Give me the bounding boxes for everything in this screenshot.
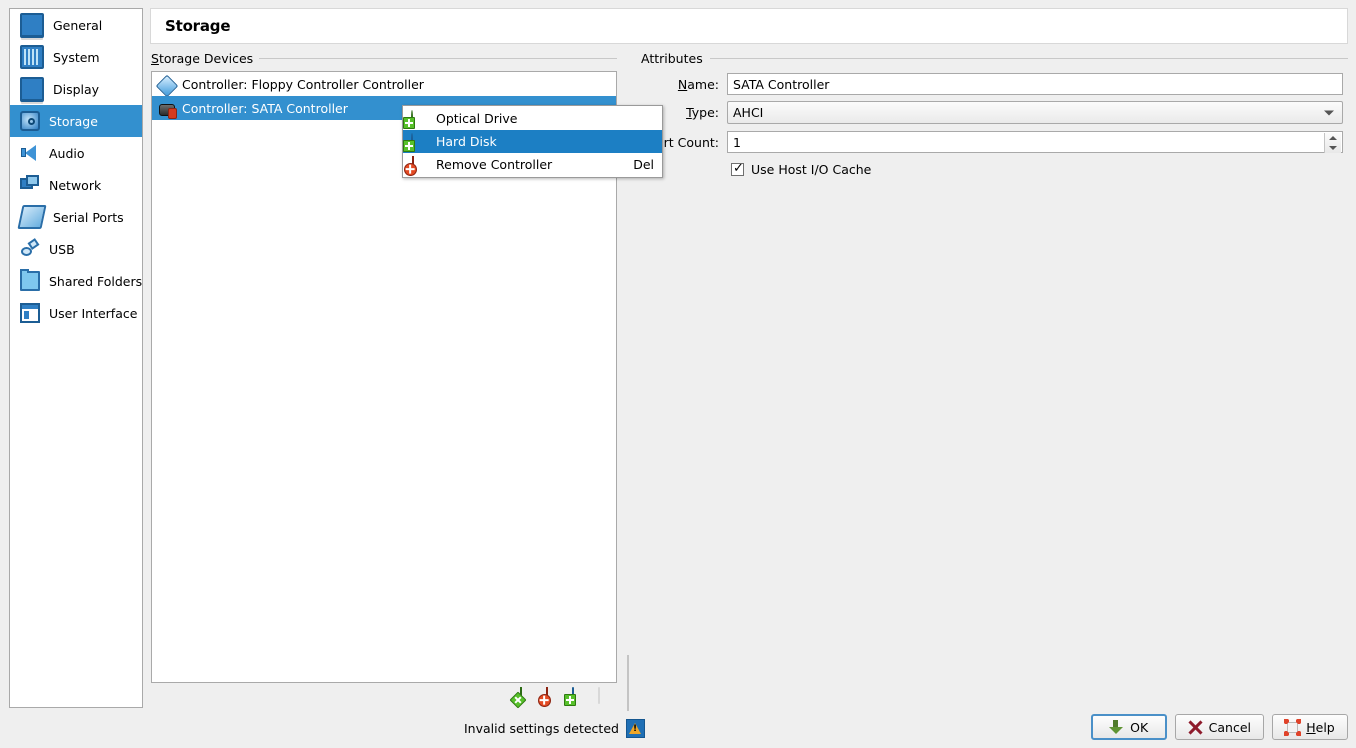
hard-disk-add-icon	[403, 132, 427, 152]
sidebar-item-label: Network	[49, 177, 102, 193]
ok-button[interactable]: OK	[1090, 714, 1167, 740]
sidebar-item-label: Audio	[49, 145, 85, 161]
sidebar-item-usb[interactable]: USB	[10, 233, 142, 265]
usb-icon	[20, 239, 40, 259]
port-count-stepper[interactable]: 1	[727, 131, 1343, 153]
folder-icon	[20, 269, 40, 291]
menu-item-shortcut: Del	[633, 157, 654, 172]
menu-item-label: Remove Controller	[436, 157, 553, 172]
spinner-arrows[interactable]	[1324, 133, 1341, 153]
monitor-icon	[20, 12, 44, 38]
ok-button-label: OK	[1130, 719, 1149, 735]
cancel-button-label: Cancel	[1208, 719, 1251, 735]
sidebar-item-label: Display	[53, 81, 100, 97]
sidebar-item-shared-folders[interactable]: Shared Folders	[10, 265, 142, 297]
remove-attachment-icon	[597, 687, 614, 705]
name-row: Name: SATA Controller	[635, 73, 1348, 95]
sidebar-item-audio[interactable]: Audio	[10, 137, 142, 169]
sidebar-item-display[interactable]: Display	[10, 73, 142, 105]
use-host-io-cache-row[interactable]: Use Host I/O Cache	[731, 161, 872, 177]
sidebar-item-storage[interactable]: Storage	[10, 105, 142, 137]
remove-controller-icon[interactable]	[535, 687, 562, 710]
settings-window: General System Display Storage Audio Net…	[0, 0, 1356, 748]
sidebar-item-system[interactable]: System	[10, 41, 142, 73]
list-item-label: Controller: SATA Controller	[182, 100, 348, 116]
red-x-icon	[1188, 720, 1203, 735]
page-header: Storage	[150, 8, 1348, 44]
chevron-down-icon	[1324, 110, 1334, 115]
floppy-controller-icon	[155, 74, 179, 97]
use-host-io-cache-label: Use Host I/O Cache	[751, 162, 872, 177]
status-message: Invalid settings detected	[464, 719, 645, 738]
name-field[interactable]: SATA Controller	[727, 73, 1343, 95]
type-dropdown[interactable]: AHCI	[727, 101, 1343, 124]
help-button[interactable]: Help	[1272, 714, 1348, 740]
use-host-io-cache-checkbox[interactable]	[731, 161, 744, 176]
storage-disk-icon	[20, 111, 40, 131]
network-icon	[20, 175, 40, 195]
green-arrow-icon	[1109, 719, 1124, 735]
status-text: Invalid settings detected	[464, 721, 619, 736]
sidebar-item-label: Shared Folders	[49, 273, 143, 289]
storage-devices-group-rule	[255, 58, 617, 59]
menu-item-optical-drive[interactable]: Optical Drive	[403, 107, 662, 130]
optical-drive-add-icon	[403, 109, 427, 129]
sidebar-item-label: Storage	[49, 113, 98, 129]
storage-list-toolbar	[509, 687, 614, 710]
type-row: Type: AHCI	[635, 101, 1348, 124]
speaker-icon	[20, 143, 40, 163]
menu-item-hard-disk[interactable]: Hard Disk	[403, 130, 662, 153]
sidebar-item-label: General	[53, 17, 103, 33]
cancel-button[interactable]: Cancel	[1174, 714, 1264, 740]
sidebar-item-label: System	[53, 49, 100, 65]
add-controller-icon[interactable]	[509, 687, 536, 709]
sidebar-item-general[interactable]: General	[10, 9, 142, 41]
add-attachment-icon[interactable]	[564, 687, 588, 706]
sidebar-item-label: Serial Ports	[53, 209, 124, 225]
sidebar-item-label: User Interface	[49, 305, 138, 321]
warning-icon[interactable]	[625, 719, 645, 738]
help-icon	[1284, 718, 1302, 736]
menu-item-label: Optical Drive	[436, 111, 518, 126]
system-chip-icon	[20, 45, 44, 69]
help-button-label: Help	[1306, 719, 1335, 735]
sidebar-item-serial-ports[interactable]: Serial Ports	[10, 201, 142, 233]
storage-context-menu: Optical Drive Hard Disk Remove Controlle…	[401, 105, 663, 179]
list-item-label: Controller: Floppy Controller Controller	[182, 76, 424, 92]
remove-controller-icon	[401, 155, 427, 179]
table-row[interactable]: Controller: Floppy Controller Controller	[152, 72, 616, 97]
storage-devices-group-label-text: torage Devices	[158, 51, 254, 66]
sata-controller-icon	[158, 100, 177, 119]
menu-item-remove-controller[interactable]: Remove Controller Del	[401, 153, 662, 179]
type-dropdown-value: AHCI	[733, 105, 764, 120]
page-title: Storage	[165, 17, 231, 35]
port-count-value: 1	[733, 134, 741, 150]
sidebar-item-network[interactable]: Network	[10, 169, 142, 201]
storage-devices-group-label: Storage Devices	[151, 51, 260, 66]
attributes-group-label: Attributes	[641, 51, 709, 66]
menu-item-label: Hard Disk	[436, 134, 497, 149]
serial-port-icon	[17, 205, 47, 229]
panel-splitter[interactable]	[627, 655, 629, 711]
user-interface-icon	[20, 303, 40, 323]
spinner-down-icon[interactable]	[1329, 146, 1337, 150]
attributes-group-rule	[710, 58, 1348, 59]
name-label: Name:	[677, 76, 719, 92]
sidebar-item-user-interface[interactable]: User Interface	[10, 297, 142, 329]
port-count-row: Port Count: 1	[635, 131, 1348, 153]
display-icon	[20, 76, 44, 102]
dialog-button-bar: OK Cancel Help	[1090, 714, 1348, 740]
settings-category-sidebar: General System Display Storage Audio Net…	[9, 8, 143, 708]
spinner-up-icon[interactable]	[1329, 136, 1337, 140]
sidebar-item-label: USB	[49, 241, 75, 257]
